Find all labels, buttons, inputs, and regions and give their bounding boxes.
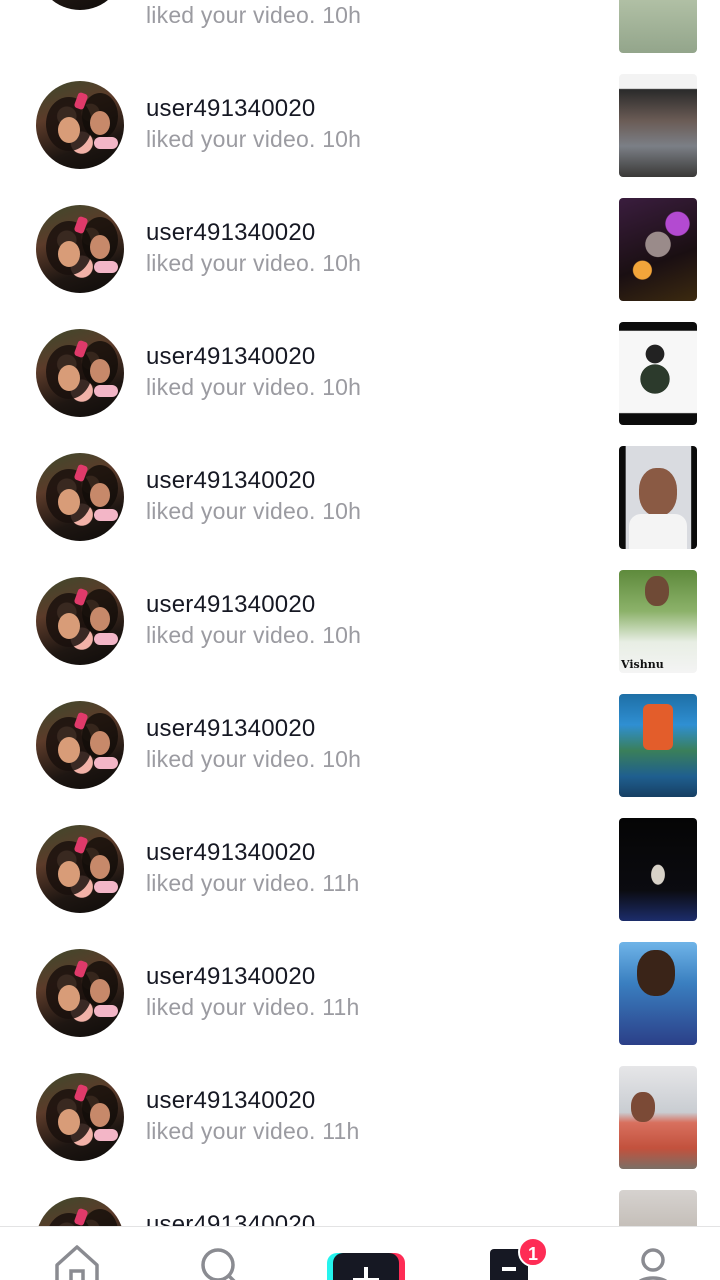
notification-text: liked your video. 10h (146, 126, 362, 152)
user-avatar[interactable] (36, 0, 124, 10)
notification-text: liked your video. 10h (146, 622, 362, 648)
video-thumbnail[interactable] (619, 694, 697, 797)
notification-text: liked your video. 10h (146, 2, 362, 28)
nav-profile[interactable] (614, 1227, 694, 1280)
search-icon (201, 1248, 236, 1280)
video-thumbnail[interactable] (619, 818, 697, 921)
notification-item[interactable]: user491340020 liked your video. 10h Vish… (0, 568, 720, 692)
video-thumbnail[interactable] (619, 1066, 697, 1169)
activity-feed[interactable]: liked your video. 10h user491340020 like… (0, 0, 720, 1226)
username[interactable]: user491340020 (146, 342, 361, 372)
thumbnail-caption: Vishnu (621, 658, 664, 671)
notification-item[interactable]: user491340020 (0, 1188, 720, 1226)
video-thumbnail[interactable] (619, 74, 697, 177)
video-thumbnail[interactable] (619, 0, 697, 53)
user-avatar[interactable] (36, 825, 124, 913)
user-avatar[interactable] (36, 453, 124, 541)
user-avatar[interactable] (36, 949, 124, 1037)
video-thumbnail[interactable] (619, 446, 697, 549)
notification-text: liked your video. 10h (146, 250, 362, 276)
user-avatar[interactable] (36, 701, 124, 789)
username[interactable]: user491340020 (146, 1086, 359, 1116)
username[interactable]: user491340020 (146, 94, 361, 124)
bottom-navigation: 1 (0, 1226, 720, 1280)
nav-home[interactable] (37, 1227, 117, 1280)
notification-item[interactable]: liked your video. 10h (0, 0, 720, 53)
inbox-badge: 1 (518, 1237, 548, 1267)
notification-item[interactable]: user491340020 liked your video. 10h (0, 692, 720, 816)
video-thumbnail[interactable] (619, 322, 697, 425)
username[interactable]: user491340020 (146, 962, 359, 992)
user-avatar[interactable] (36, 329, 124, 417)
notification-item[interactable]: user491340020 liked your video. 10h (0, 444, 720, 568)
video-thumbnail[interactable] (619, 198, 697, 301)
nav-inbox[interactable]: 1 (468, 1227, 548, 1280)
create-plus-icon (327, 1253, 405, 1280)
notification-text: liked your video. 10h (146, 498, 362, 524)
notification-text: liked your video. 10h (146, 374, 362, 400)
notification-item[interactable]: user491340020 liked your video. 11h (0, 940, 720, 1064)
notification-item[interactable]: user491340020 liked your video. 10h (0, 72, 720, 196)
create-button[interactable] (322, 1227, 405, 1280)
profile-icon (639, 1248, 667, 1280)
video-thumbnail[interactable]: Vishnu (619, 570, 697, 673)
user-avatar[interactable] (36, 1197, 124, 1226)
video-thumbnail[interactable] (619, 1190, 697, 1226)
notification-text: liked your video. 11h (146, 870, 360, 896)
notification-text: liked your video. 11h (146, 994, 360, 1020)
video-thumbnail[interactable] (619, 942, 697, 1045)
home-icon (55, 1245, 99, 1280)
username[interactable]: user491340020 (146, 590, 361, 620)
nav-discover[interactable] (179, 1227, 259, 1280)
username[interactable]: user491340020 (146, 466, 361, 496)
username[interactable]: user491340020 (146, 1210, 315, 1226)
user-avatar[interactable] (36, 1073, 124, 1161)
user-avatar[interactable] (36, 205, 124, 293)
notification-text: liked your video. 11h (146, 1118, 360, 1144)
notification-item[interactable]: user491340020 liked your video. 11h (0, 816, 720, 940)
notification-item[interactable]: user491340020 liked your video. 10h (0, 320, 720, 444)
notification-item[interactable]: user491340020 liked your video. 10h (0, 196, 720, 320)
user-avatar[interactable] (36, 81, 124, 169)
username[interactable]: user491340020 (146, 218, 361, 248)
username[interactable]: user491340020 (146, 714, 361, 744)
notification-text: liked your video. 10h (146, 746, 362, 772)
notification-item[interactable]: user491340020 liked your video. 11h (0, 1064, 720, 1188)
user-avatar[interactable] (36, 577, 124, 665)
username[interactable]: user491340020 (146, 838, 359, 868)
